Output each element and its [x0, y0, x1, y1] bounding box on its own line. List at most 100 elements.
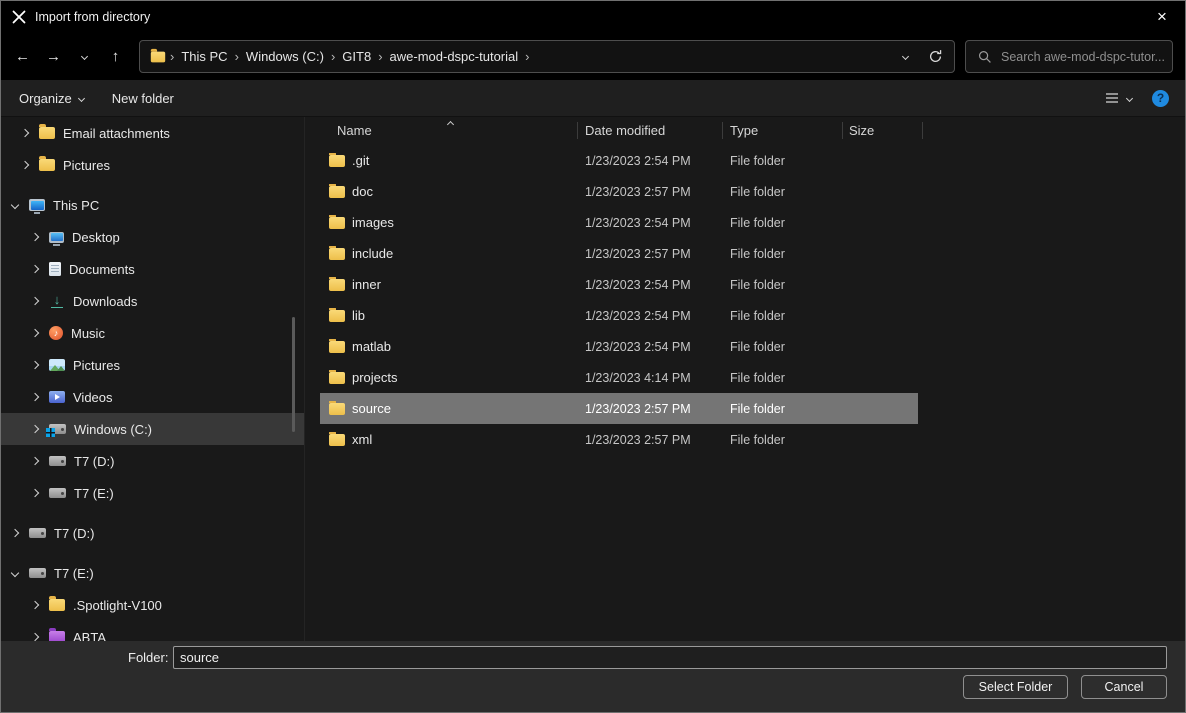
sidebar-item-videos[interactable]: Videos	[1, 381, 304, 413]
change-view-button[interactable]	[1104, 91, 1132, 105]
expand-toggle[interactable]	[17, 157, 33, 173]
sidebar-item-label: Downloads	[73, 294, 137, 309]
file-type: File folder	[722, 433, 842, 447]
footer: Folder: Select Folder Cancel	[1, 641, 1185, 712]
close-button[interactable]: ×	[1139, 1, 1185, 33]
file-row-projects[interactable]: projects1/23/2023 4:14 PMFile folder	[320, 362, 918, 393]
file-row-include[interactable]: include1/23/2023 2:57 PMFile folder	[320, 238, 918, 269]
sidebar-item-downloads[interactable]: Downloads	[1, 285, 304, 317]
select-folder-button[interactable]: Select Folder	[963, 675, 1068, 699]
help-button[interactable]: ?	[1152, 90, 1169, 107]
expand-toggle[interactable]	[17, 125, 33, 141]
column-header-size[interactable]: Size	[842, 117, 922, 145]
sidebar-item-label: T7 (D:)	[54, 526, 94, 541]
sidebar-item-this-pc[interactable]: This PC	[1, 189, 304, 221]
sidebar-item-abta[interactable]: ABTA	[1, 621, 304, 641]
file-row-doc[interactable]: doc1/23/2023 2:57 PMFile folder	[320, 176, 918, 207]
column-separator[interactable]	[922, 122, 923, 139]
file-name-cell: source	[320, 401, 577, 416]
windrive-icon	[49, 424, 66, 434]
folder-icon	[151, 51, 165, 62]
up-button[interactable]: ↑	[100, 40, 131, 74]
sidebar-item-label: Pictures	[73, 358, 120, 373]
column-header-name[interactable]: Name	[305, 117, 577, 145]
file-list: Name Date modified Type Size .git1/23/20…	[304, 117, 1185, 641]
sidebar-item-music[interactable]: Music	[1, 317, 304, 349]
column-header-type[interactable]: Type	[722, 117, 842, 145]
cancel-button[interactable]: Cancel	[1081, 675, 1167, 699]
expand-toggle[interactable]	[27, 229, 43, 245]
sidebar-item-pictures[interactable]: Pictures	[1, 349, 304, 381]
file-date: 1/23/2023 2:57 PM	[577, 185, 722, 199]
refresh-button[interactable]	[920, 43, 950, 71]
expand-toggle[interactable]	[27, 389, 43, 405]
expand-toggle[interactable]	[7, 525, 23, 541]
new-folder-button[interactable]: New folder	[112, 91, 174, 106]
sidebar-item-t7-d[interactable]: T7 (D:)	[1, 445, 304, 477]
sidebar-item-documents[interactable]: Documents	[1, 253, 304, 285]
expand-toggle[interactable]	[7, 565, 23, 581]
expand-toggle[interactable]	[27, 421, 43, 437]
sidebar-item-label: This PC	[53, 198, 99, 213]
breadcrumb-item[interactable]: Windows (C:)	[241, 49, 329, 64]
sidebar-item-pictures[interactable]: Pictures	[1, 149, 304, 181]
expand-toggle[interactable]	[27, 485, 43, 501]
sidebar-item-desktop[interactable]: Desktop	[1, 221, 304, 253]
file-row-matlab[interactable]: matlab1/23/2023 2:54 PMFile folder	[320, 331, 918, 362]
file-date: 1/23/2023 4:14 PM	[577, 371, 722, 385]
breadcrumb-item[interactable]: This PC	[176, 49, 232, 64]
recent-locations-button[interactable]	[69, 40, 100, 74]
sidebar-item-t7-e[interactable]: T7 (E:)	[1, 477, 304, 509]
sidebar-item-spotlight-v100[interactable]: .Spotlight-V100	[1, 589, 304, 621]
file-row-inner[interactable]: inner1/23/2023 2:54 PMFile folder	[320, 269, 918, 300]
expand-toggle[interactable]	[27, 357, 43, 373]
sidebar-item-windows-c[interactable]: Windows (C:)	[1, 413, 304, 445]
column-header-date-modified[interactable]: Date modified	[577, 117, 722, 145]
expand-toggle[interactable]	[27, 325, 43, 341]
chevron-right-icon	[31, 633, 39, 641]
expand-toggle[interactable]	[27, 453, 43, 469]
folder-name-input[interactable]	[173, 646, 1167, 669]
expand-toggle[interactable]	[27, 597, 43, 613]
breadcrumb-item[interactable]: GIT8	[337, 49, 376, 64]
file-row-lib[interactable]: lib1/23/2023 2:54 PMFile folder	[320, 300, 918, 331]
address-bar[interactable]: › This PC›Windows (C:)›GIT8›awe-mod-dspc…	[139, 40, 955, 73]
file-row-git[interactable]: .git1/23/2023 2:54 PMFile folder	[320, 145, 918, 176]
column-separator[interactable]	[842, 122, 843, 139]
chevron-right-icon	[31, 233, 39, 241]
expand-toggle[interactable]	[27, 293, 43, 309]
file-row-images[interactable]: images1/23/2023 2:54 PMFile folder	[320, 207, 918, 238]
column-separator[interactable]	[722, 122, 723, 139]
sidebar-item-label: Documents	[69, 262, 135, 277]
chevron-right-icon	[31, 601, 39, 609]
drive-icon	[49, 488, 66, 498]
file-row-source[interactable]: source1/23/2023 2:57 PMFile folder	[320, 393, 918, 424]
close-icon: ×	[1157, 7, 1167, 27]
organize-button[interactable]: Organize	[19, 91, 84, 106]
view-list-icon	[1104, 91, 1120, 105]
folder-icon	[39, 159, 55, 171]
folder-icon	[329, 372, 345, 384]
column-separator[interactable]	[577, 122, 578, 139]
sidebar-scrollbar[interactable]	[292, 317, 295, 432]
sidebar-item-email-attachments[interactable]: Email attachments	[1, 117, 304, 149]
expand-toggle[interactable]	[27, 261, 43, 277]
search-input[interactable]	[1001, 50, 1164, 64]
back-button[interactable]: ←	[7, 40, 38, 74]
file-name-cell: xml	[320, 432, 577, 447]
forward-button[interactable]: →	[38, 40, 69, 74]
chevron-down-icon	[901, 53, 908, 60]
breadcrumb-item[interactable]: awe-mod-dspc-tutorial	[385, 49, 524, 64]
address-dropdown-button[interactable]	[890, 43, 920, 71]
pc-icon	[29, 199, 45, 211]
sidebar-item-t7-e[interactable]: T7 (E:)	[1, 557, 304, 589]
sidebar-item-label: ABTA	[73, 630, 106, 642]
file-row-xml[interactable]: xml1/23/2023 2:57 PMFile folder	[320, 424, 918, 455]
chevron-down-icon	[1126, 94, 1133, 101]
expand-toggle[interactable]	[7, 197, 23, 213]
breadcrumb-separator-icon: ›	[168, 49, 176, 64]
expand-toggle[interactable]	[27, 629, 43, 641]
sidebar-item-t7-d[interactable]: T7 (D:)	[1, 517, 304, 549]
file-rows: .git1/23/2023 2:54 PMFile folderdoc1/23/…	[320, 145, 918, 455]
sidebar-item-label: Pictures	[63, 158, 110, 173]
